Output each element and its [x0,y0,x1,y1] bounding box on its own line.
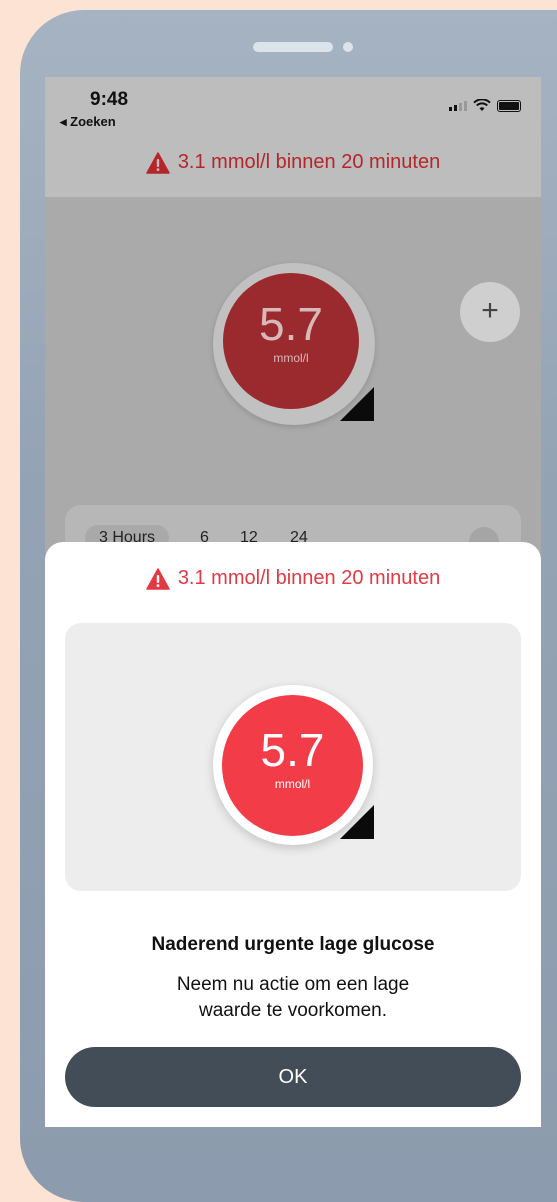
glucose-card: 5.7 mmol/l [65,623,521,891]
wifi-icon [473,99,491,111]
app-screen: 9:48 ◂ Zoeken 3.1 mmol/l binnen 20 minut… [45,77,541,1127]
sheet-alert-banner: 3.1 mmol/l binnen 20 minuten [45,567,541,590]
glucose-unit: mmol/l [274,777,311,791]
top-alert-text: 3.1 mmol/l binnen 20 minuten [177,151,441,173]
background-glucose-gauge[interactable]: 5.7 mmol/l [223,273,359,409]
status-bar: 9:48 ◂ Zoeken 3.1 mmol/l binnen 20 minut… [45,77,541,197]
back-link[interactable]: ◂ Zoeken [60,114,116,130]
alert-title: Naderend urgente lage glucose [151,934,435,955]
signal-icon [449,100,467,111]
status-time: 9:48 [90,89,129,110]
background-glucose-unit: mmol/l [273,351,309,365]
status-icons [449,99,521,112]
alert-sheet: 3.1 mmol/l binnen 20 minuten 5.7 mmol/l … [45,542,541,1127]
battery-icon [497,99,521,112]
glucose-value: 5.7 [260,724,325,776]
background-glucose-value: 5.7 [259,298,323,350]
trend-arrow-icon [340,805,374,839]
top-alert-banner: 3.1 mmol/l binnen 20 minuten [45,151,541,174]
add-event-button[interactable]: + [460,282,520,342]
speaker-grille [253,42,333,52]
warning-icon [146,567,170,590]
sheet-alert-text: 3.1 mmol/l binnen 20 minuten [177,567,441,589]
front-camera [343,42,353,52]
warning-icon [146,151,170,174]
trend-arrow-icon [340,387,374,421]
alert-message: Neem nu actie om een lage waarde te voor… [176,974,410,1021]
ok-button[interactable]: OK [65,1047,521,1107]
plus-icon: + [481,294,499,327]
